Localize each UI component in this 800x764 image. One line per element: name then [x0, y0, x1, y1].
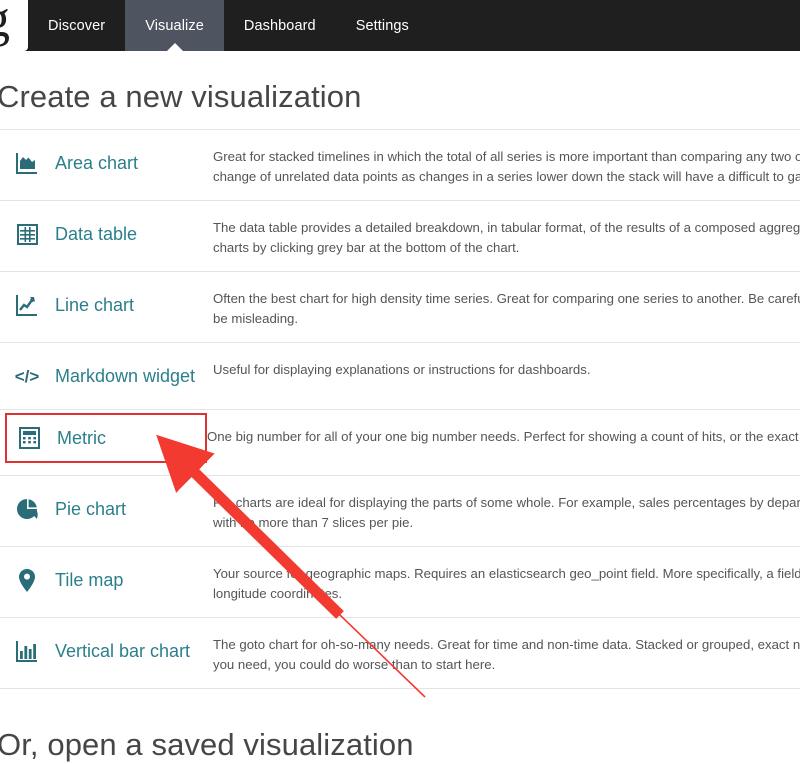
vis-type-row-area-chart[interactable]: Area chart Great for stacked timelines i…	[0, 130, 800, 201]
desc-line-1: One big number for all of your one big n…	[207, 429, 799, 444]
vis-type-name-cell[interactable]: Line chart	[0, 272, 213, 338]
vis-type-link[interactable]: Metric	[46, 428, 106, 449]
pie-chart-icon	[10, 496, 44, 522]
svg-text:</>: </>	[15, 367, 40, 386]
vis-type-row-metric[interactable]: Metric One big number for all of your on…	[0, 410, 800, 476]
nav-item-label: Settings	[355, 17, 409, 34]
desc-line-2: change of unrelated data points as chang…	[213, 168, 800, 184]
vis-type-row-vertical-bar-chart[interactable]: Vertical bar chart The goto chart for oh…	[0, 618, 800, 689]
desc-line-1: Pie charts are ideal for displaying the …	[213, 495, 800, 510]
desc-line-2: charts by clicking grey bar at the botto…	[213, 239, 520, 255]
desc-line-2: you need, you could do worse than to sta…	[213, 656, 496, 672]
vis-type-name-cell[interactable]: Area chart	[0, 130, 213, 196]
page-title-create: Create a new visualization	[0, 79, 362, 114]
vis-type-name-cell[interactable]: </> Markdown widget	[0, 343, 213, 409]
nav-item-discover[interactable]: Discover	[28, 0, 125, 51]
vis-type-description: Often the best chart for high density ti…	[213, 272, 800, 342]
vis-type-row-tile-map[interactable]: Tile map Your source for geographic maps…	[0, 547, 800, 618]
main-content: Create a new visualization Area chart Gr…	[0, 79, 800, 763]
desc-line-1: Often the best chart for high density ti…	[213, 291, 800, 306]
desc-line-1: Great for stacked timelines in which the…	[213, 149, 800, 164]
nav-item-dashboard[interactable]: Dashboard	[224, 0, 336, 51]
vis-type-description: Great for stacked timelines in which the…	[213, 130, 800, 200]
vis-type-row-data-table[interactable]: Data table The data table provides a det…	[0, 201, 800, 272]
vis-type-link[interactable]: Area chart	[44, 153, 138, 174]
nav-item-label: Dashboard	[243, 17, 316, 34]
vis-type-description: One big number for all of your one big n…	[207, 410, 800, 461]
nav-item-label: Discover	[48, 17, 106, 34]
desc-line-2: with no more than 7 slices per pie.	[213, 514, 414, 530]
vis-type-link[interactable]: Markdown widget	[44, 366, 195, 387]
desc-line-1: The goto chart for oh-so-many needs. Gre…	[213, 637, 800, 652]
area-chart-icon	[10, 150, 44, 176]
vis-type-name-cell[interactable]: Pie chart	[0, 476, 213, 542]
bar-chart-icon	[10, 638, 44, 664]
page-title-saved: Or, open a saved visualization	[0, 727, 414, 762]
desc-line-1: The data table provides a detailed break…	[213, 220, 800, 235]
calculator-icon	[12, 425, 46, 451]
vis-type-name-cell-highlighted[interactable]: Metric	[5, 413, 207, 463]
line-chart-icon	[10, 292, 44, 318]
map-marker-icon	[10, 567, 44, 593]
vis-type-link[interactable]: Data table	[44, 224, 137, 245]
nav-items: Discover Visualize Dashboard Settings	[28, 0, 429, 51]
markdown-icon: </>	[10, 363, 44, 389]
data-table-icon	[10, 221, 44, 247]
desc-line-1: Your source for geographic maps. Require…	[213, 566, 800, 581]
vis-type-description: The goto chart for oh-so-many needs. Gre…	[213, 618, 800, 688]
nav-item-label: Visualize	[145, 17, 204, 34]
vis-type-row-line-chart[interactable]: Line chart Often the best chart for high…	[0, 272, 800, 343]
desc-line-2: be misleading.	[213, 310, 299, 326]
vis-type-row-pie-chart[interactable]: Pie chart Pie charts are ideal for displ…	[0, 476, 800, 547]
logo-glyph: g	[0, 0, 10, 46]
vis-type-link[interactable]: Tile map	[44, 570, 123, 591]
vis-type-name-cell[interactable]: Tile map	[0, 547, 213, 613]
vis-type-description: Pie charts are ideal for displaying the …	[213, 476, 800, 546]
vis-type-link[interactable]: Vertical bar chart	[44, 641, 190, 662]
vis-type-description: Useful for displaying explanations or in…	[213, 343, 800, 394]
vis-type-row-markdown-widget[interactable]: </> Markdown widget Useful for displayin…	[0, 343, 800, 410]
visualization-type-list: Area chart Great for stacked timelines i…	[0, 129, 800, 689]
desc-line-2: longitude coordinates.	[213, 585, 343, 601]
desc-line-1: Useful for displaying explanations or in…	[213, 362, 591, 377]
vis-type-name-cell[interactable]: Vertical bar chart	[0, 618, 213, 684]
nav-item-visualize[interactable]: Visualize	[125, 0, 224, 51]
vis-type-link[interactable]: Line chart	[44, 295, 134, 316]
vis-type-name-cell[interactable]: Data table	[0, 201, 213, 267]
nav-item-settings[interactable]: Settings	[336, 0, 429, 51]
vis-type-description: The data table provides a detailed break…	[213, 201, 800, 271]
top-navbar: g Discover Visualize Dashboard Settings	[0, 0, 800, 51]
page-wrapper: g Discover Visualize Dashboard Settings …	[0, 0, 800, 764]
vis-type-description: Your source for geographic maps. Require…	[213, 547, 800, 617]
kibana-logo[interactable]: g	[0, 0, 28, 51]
vis-type-link[interactable]: Pie chart	[44, 499, 126, 520]
